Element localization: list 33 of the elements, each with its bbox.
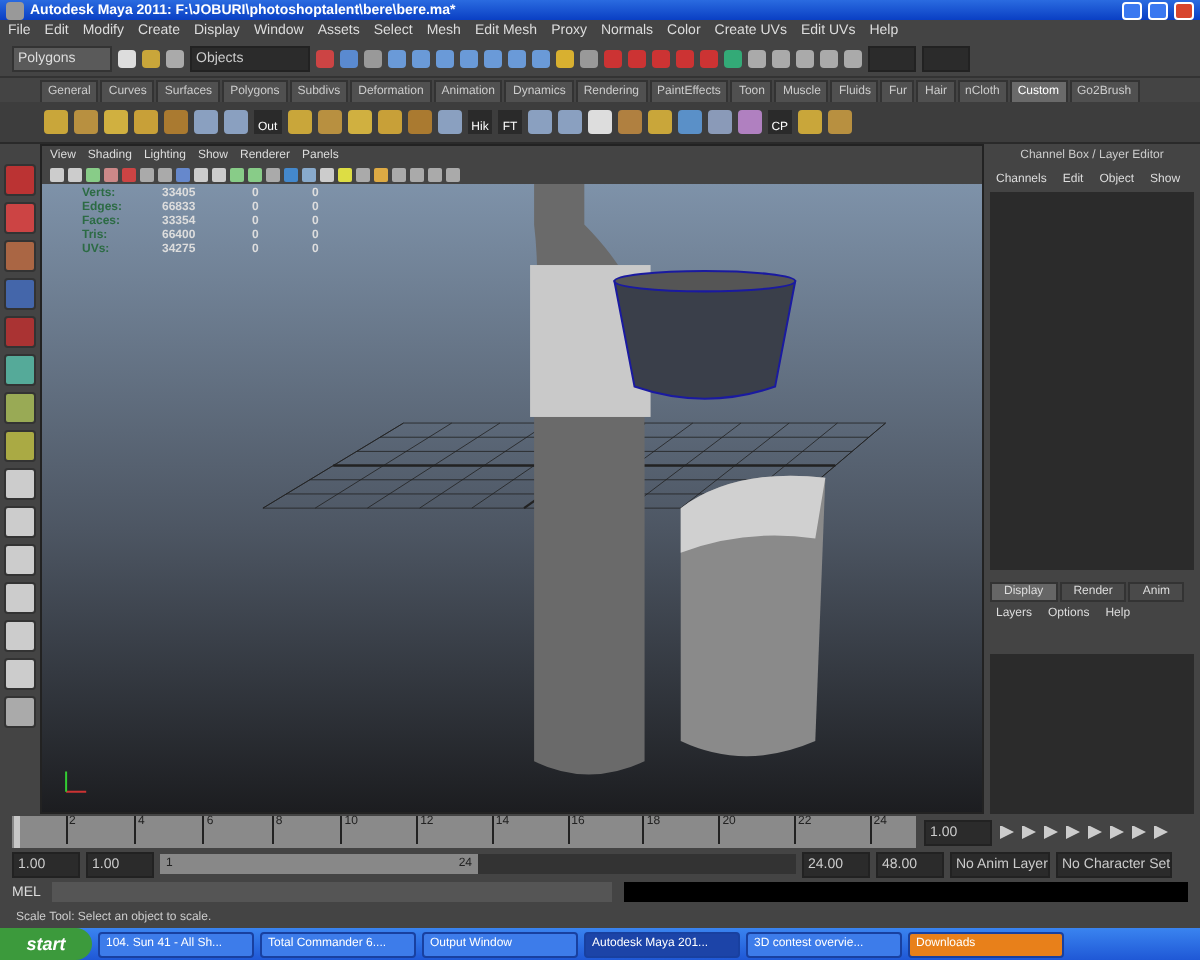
- minimize-button[interactable]: [1122, 1, 1142, 19]
- shelf-icon[interactable]: [347, 110, 372, 134]
- tool-icon[interactable]: [4, 696, 36, 728]
- axis-icon: [65, 771, 87, 793]
- tool-icon[interactable]: [4, 658, 36, 690]
- shelf-icon[interactable]: [587, 110, 612, 134]
- tool-icon[interactable]: [4, 430, 36, 462]
- shelf-icon[interactable]: [377, 110, 402, 134]
- close-button[interactable]: [1174, 1, 1194, 19]
- input-field[interactable]: [868, 46, 916, 72]
- shelf-icon[interactable]: [798, 110, 823, 134]
- shelf-icon[interactable]: [437, 110, 462, 134]
- app-icon: [6, 1, 24, 19]
- tool-icon[interactable]: [4, 506, 36, 538]
- shelf-icon[interactable]: [707, 110, 732, 134]
- tool-icon[interactable]: [4, 620, 36, 652]
- shelf-icon[interactable]: [647, 110, 672, 134]
- tool-icon[interactable]: [4, 468, 36, 500]
- shelf-icon[interactable]: [828, 110, 853, 134]
- shelf-icon[interactable]: [527, 110, 552, 134]
- start-button[interactable]: start: [0, 928, 92, 960]
- tool-icon[interactable]: [4, 544, 36, 576]
- tool-icon[interactable]: [4, 354, 36, 386]
- input-field[interactable]: [922, 46, 970, 72]
- tool-icon[interactable]: [4, 392, 36, 424]
- shelf-icon[interactable]: [557, 110, 582, 134]
- shelf-icon[interactable]: [737, 110, 762, 134]
- shelf-icon[interactable]: [677, 110, 702, 134]
- maximize-button[interactable]: [1148, 1, 1168, 19]
- current-time-marker[interactable]: [14, 816, 20, 848]
- shelf-icon[interactable]: [287, 110, 312, 134]
- tool-icon[interactable]: [4, 582, 36, 614]
- shelf-icon[interactable]: [317, 110, 342, 134]
